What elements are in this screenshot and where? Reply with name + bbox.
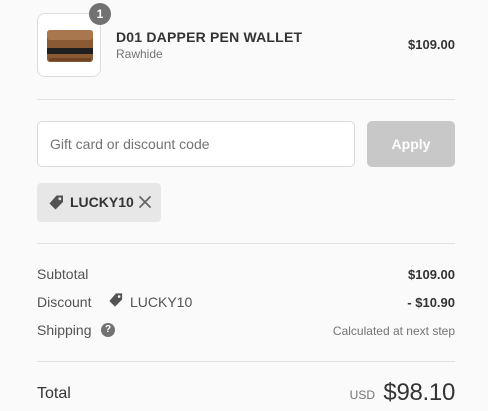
total-amount: $98.10 xyxy=(383,379,455,406)
close-icon[interactable] xyxy=(138,195,152,209)
applied-code-label: LUCKY10 xyxy=(70,194,134,210)
wallet-image xyxy=(47,30,93,62)
quantity-badge: 1 xyxy=(89,3,111,25)
apply-button[interactable]: Apply xyxy=(367,121,455,167)
line-item: 1 D01 DAPPER PEN WALLET Rawhide $109.00 xyxy=(37,0,455,100)
shipping-value: Calculated at next step xyxy=(332,324,455,338)
discount-label: Discount xyxy=(37,294,92,310)
total-label: Total xyxy=(37,385,71,402)
applied-discount-tag: LUCKY10 xyxy=(37,183,161,222)
shipping-label: Shipping xyxy=(37,322,92,338)
divider xyxy=(37,361,455,362)
discount-code: LUCKY10 xyxy=(130,294,193,310)
product-price: $109.00 xyxy=(408,37,455,52)
subtotal-label: Subtotal xyxy=(37,266,89,282)
divider xyxy=(37,99,455,100)
currency-code: USD xyxy=(349,388,375,402)
product-thumbnail: 1 xyxy=(37,3,111,77)
help-icon[interactable]: ? xyxy=(101,323,115,337)
discount-code-input[interactable] xyxy=(37,121,355,167)
tag-icon xyxy=(49,195,63,210)
product-variant: Rawhide xyxy=(116,47,163,61)
divider xyxy=(37,243,455,244)
product-name: D01 DAPPER PEN WALLET xyxy=(116,29,303,45)
subtotal-value: $109.00 xyxy=(408,267,455,282)
order-summary: 1 D01 DAPPER PEN WALLET Rawhide $109.00 … xyxy=(37,0,455,406)
discount-value: - $10.90 xyxy=(407,295,455,310)
tag-icon xyxy=(109,293,123,307)
